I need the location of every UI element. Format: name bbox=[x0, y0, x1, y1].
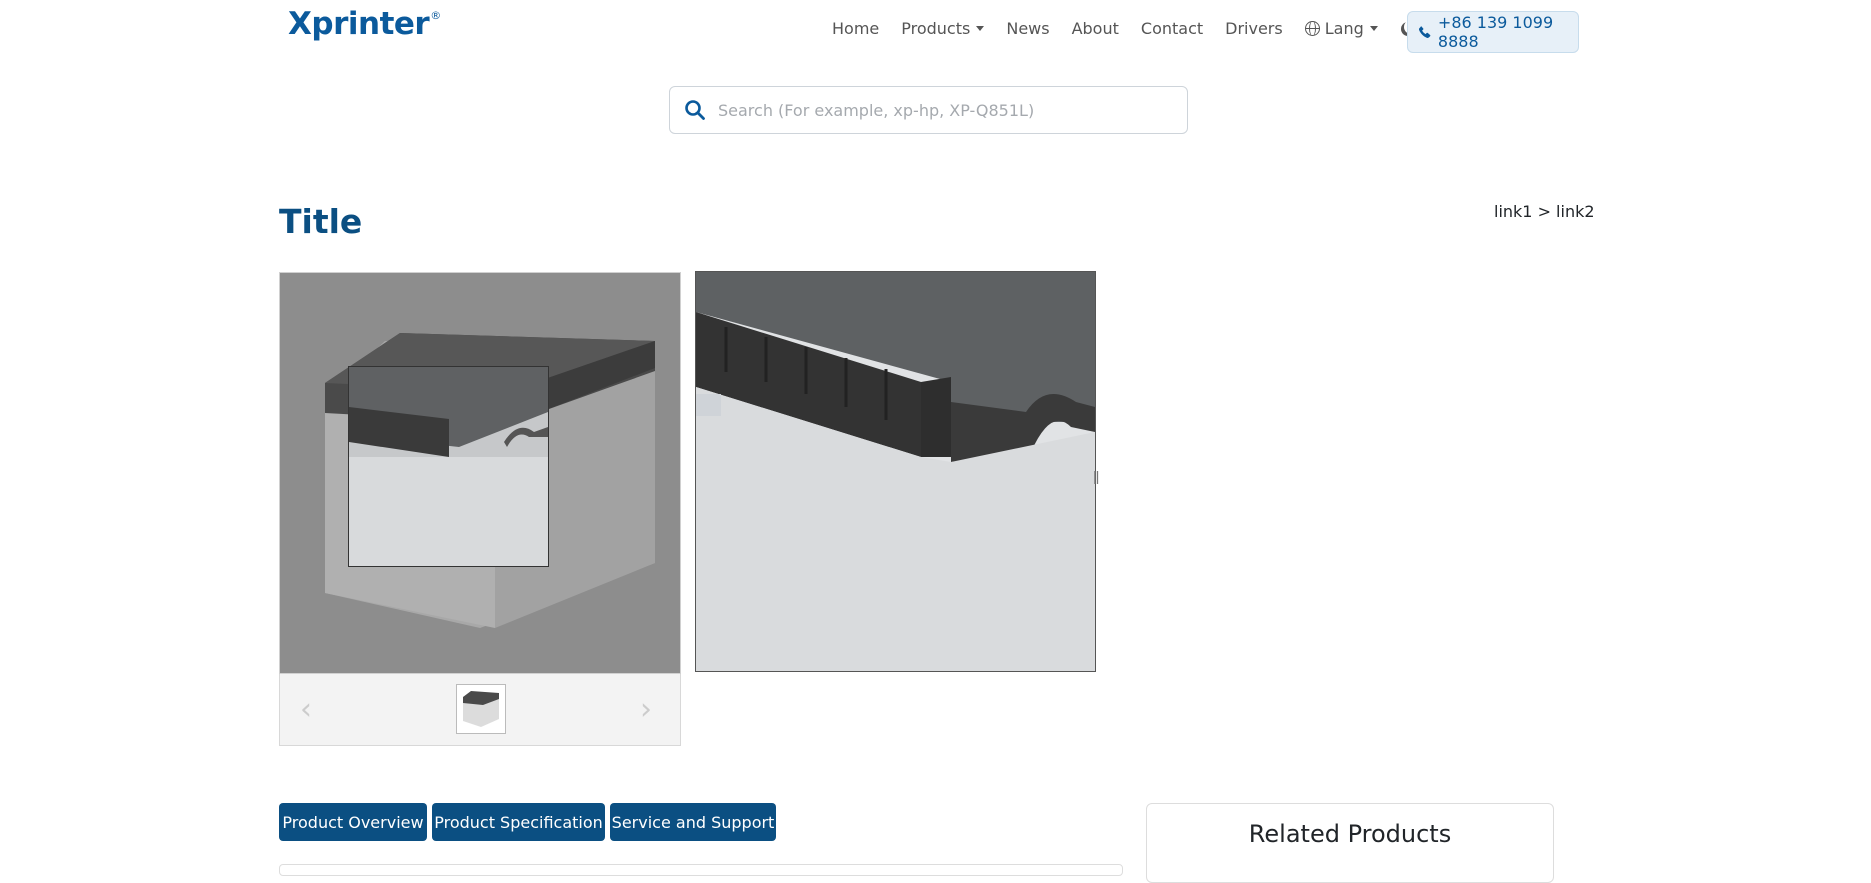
nav-products[interactable]: Products bbox=[901, 19, 985, 38]
lens-image bbox=[349, 367, 548, 566]
phone-icon bbox=[1419, 26, 1431, 38]
logo-registered-mark: ® bbox=[430, 8, 441, 22]
product-zoom-view bbox=[695, 271, 1096, 672]
thumbnail-image bbox=[457, 685, 505, 733]
tab-product-specification-label: Product Specification bbox=[434, 812, 603, 832]
nav-lang-label: Lang bbox=[1324, 19, 1364, 38]
product-thumbnail[interactable] bbox=[456, 684, 506, 734]
caret-down-icon bbox=[976, 26, 985, 31]
carousel-next-arrow[interactable]: › bbox=[640, 692, 652, 727]
zoom-lens[interactable] bbox=[348, 366, 549, 567]
tab-product-specification[interactable]: Product Specification bbox=[432, 803, 605, 841]
carousel-prev-arrow[interactable]: ‹ bbox=[300, 692, 312, 727]
caret-down-icon bbox=[1369, 26, 1378, 31]
nav-contact-label: Contact bbox=[1140, 19, 1204, 38]
nav-lang[interactable]: Lang bbox=[1304, 19, 1378, 38]
search-icon bbox=[685, 100, 705, 120]
nav-home-label: Home bbox=[832, 19, 880, 38]
nav-news[interactable]: News bbox=[1006, 19, 1049, 38]
nav-drivers[interactable]: Drivers bbox=[1225, 19, 1283, 38]
nav-drivers-label: Drivers bbox=[1225, 19, 1283, 38]
phone-button[interactable]: +86 139 1099 8888 bbox=[1407, 11, 1579, 53]
tab-service-and-support[interactable]: Service and Support bbox=[610, 803, 776, 841]
nav-contact[interactable]: Contact bbox=[1141, 19, 1203, 38]
page-title: Title bbox=[279, 202, 363, 241]
search-input[interactable] bbox=[716, 99, 1160, 121]
related-products-title: Related Products bbox=[1248, 820, 1452, 848]
logo[interactable]: Xprinter® bbox=[288, 6, 441, 42]
tab-product-overview[interactable]: Product Overview bbox=[279, 803, 427, 841]
zoom-image bbox=[696, 272, 1095, 671]
nav-about[interactable]: About bbox=[1072, 19, 1119, 38]
nav-home[interactable]: Home bbox=[832, 19, 879, 38]
nav-products-label: Products bbox=[901, 19, 971, 38]
nav-news-label: News bbox=[1006, 19, 1050, 38]
zoom-cursor-marker: ǁ bbox=[1093, 470, 1100, 485]
phone-number: +86 139 1099 8888 bbox=[1437, 13, 1554, 51]
tab-product-overview-label: Product Overview bbox=[282, 812, 424, 832]
logo-text: Xprinter bbox=[288, 6, 430, 42]
globe-icon bbox=[1304, 21, 1320, 36]
nav-about-label: About bbox=[1071, 19, 1119, 38]
breadcrumb[interactable]: link1 > link2 bbox=[1494, 202, 1595, 221]
main-nav: Home Products News About Contact Drivers… bbox=[832, 19, 1436, 38]
tab-service-and-support-label: Service and Support bbox=[611, 812, 775, 832]
search-box[interactable] bbox=[669, 86, 1188, 134]
